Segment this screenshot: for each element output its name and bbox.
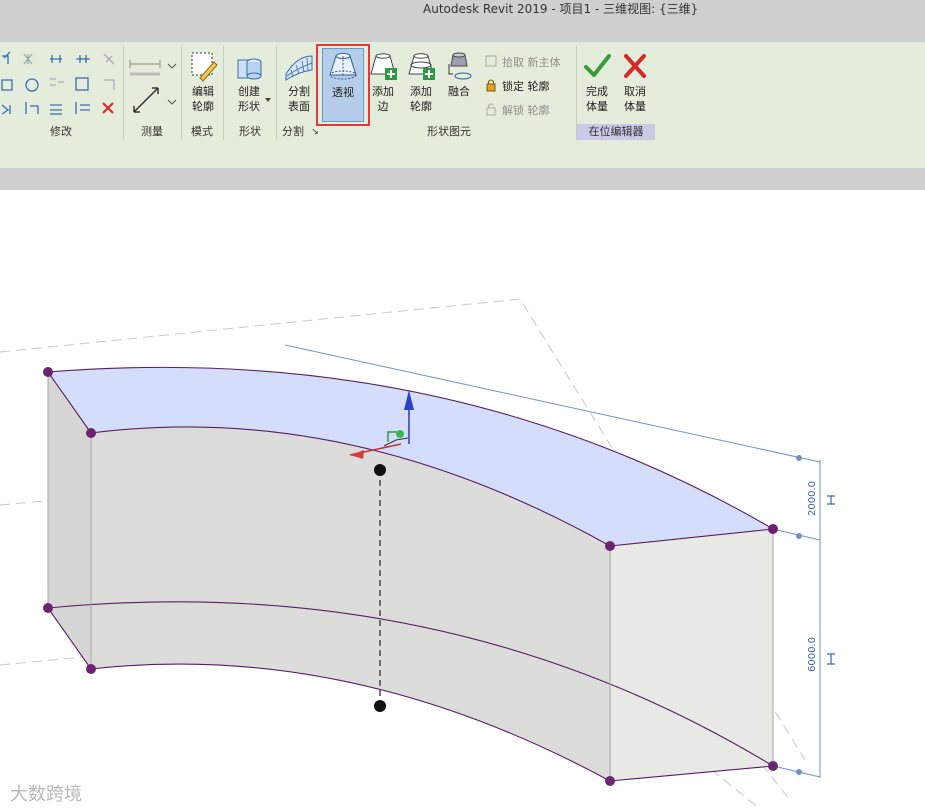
edit-profile-icon xyxy=(191,52,218,82)
separator xyxy=(276,46,277,140)
panel-label-split: 分割 xyxy=(282,125,304,138)
unlock-icon xyxy=(486,103,496,116)
dimension-lock-icons[interactable] xyxy=(827,495,835,665)
options-bar xyxy=(0,142,925,168)
blend-button[interactable]: 融合 xyxy=(442,50,476,99)
panel-label-mode: 模式 xyxy=(191,125,213,138)
panel-launcher-icon[interactable]: ↘ xyxy=(308,124,322,140)
panel-label-inplace-editor: 在位编辑器 xyxy=(577,124,655,140)
cancel-mass-button[interactable]: 取消 体量 xyxy=(618,50,652,114)
dimension-label-bottom[interactable]: 6000.0 xyxy=(807,637,818,672)
panel-label-modify: 修改 xyxy=(50,125,72,138)
checkmark-icon xyxy=(584,54,611,77)
modify-tool-icons[interactable] xyxy=(0,50,122,120)
panel-label-measure: 测量 xyxy=(141,125,163,138)
add-edge-icon xyxy=(370,53,397,80)
path-end-point[interactable] xyxy=(374,700,386,712)
lock-profile-button[interactable]: 锁定 轮廓 xyxy=(502,78,550,94)
divide-surface-button[interactable]: 分割 表面 xyxy=(282,50,316,114)
create-form-button[interactable]: 创建 形状 xyxy=(228,50,270,114)
create-form-icon xyxy=(237,58,262,80)
3d-viewport[interactable]: 2000.0 6000.0 xyxy=(0,190,925,809)
close-icon xyxy=(624,54,646,78)
highlight-box xyxy=(316,44,370,126)
add-profile-button[interactable]: 添加 轮廓 xyxy=(403,50,439,114)
panel-label-shape-element: 形状图元 xyxy=(427,125,471,138)
divide-surface-icon xyxy=(285,55,313,81)
dimension-ticks xyxy=(796,455,802,775)
unlock-profile-button[interactable]: 解锁 轮廓 xyxy=(502,102,550,118)
lock-icon xyxy=(486,79,496,92)
measure-icons[interactable] xyxy=(126,52,178,122)
add-edge-button[interactable]: 添加 边 xyxy=(366,50,400,114)
edit-profile-button[interactable]: 编辑 轮廓 xyxy=(186,50,220,114)
dropdown-arrow-icon[interactable] xyxy=(265,98,271,102)
dimension-label-top[interactable]: 2000.0 xyxy=(807,481,818,516)
window-title: Autodesk Revit 2019 - 项目1 - 三维视图: {三维} xyxy=(423,2,699,16)
right-end-face xyxy=(610,529,773,781)
add-profile-icon xyxy=(408,53,435,80)
blend-icon xyxy=(448,52,472,80)
finish-mass-button[interactable]: 完成 体量 xyxy=(580,50,614,114)
pick-new-host-icon xyxy=(485,55,497,67)
view-tab-strip xyxy=(0,168,925,190)
panel-label-shape: 形状 xyxy=(239,125,261,138)
path-start-point[interactable] xyxy=(374,464,386,476)
title-bar: Autodesk Revit 2019 - 项目1 - 三维视图: {三维} xyxy=(0,0,925,42)
pick-new-host-button[interactable]: 拾取 新主体 xyxy=(502,54,561,70)
watermark-logo: 大数跨境 xyxy=(10,784,82,805)
